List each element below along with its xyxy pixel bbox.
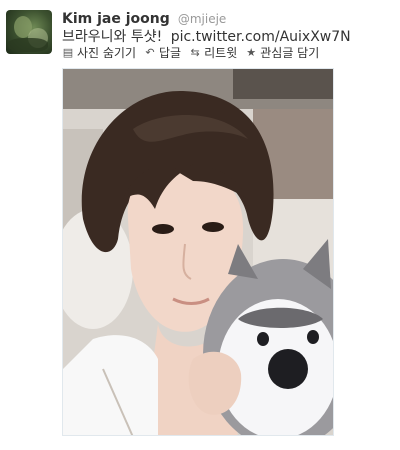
reply-icon: ↶	[145, 46, 155, 59]
hide-photo-label: 사진 숨기기	[77, 46, 137, 60]
retweet-icon: ⇆	[190, 46, 200, 59]
tweet: Kim jae joong @mjieje 브라우니와 투샷! pic.twit…	[0, 0, 400, 450]
tweet-actions: ▤ 사진 숨기기 ↶ 답글 ⇆ 리트윗 ★ 관심글 담기	[62, 44, 319, 61]
author-handle[interactable]: @mjieje	[178, 12, 226, 26]
hide-photo-button[interactable]: ▤ 사진 숨기기	[62, 44, 136, 61]
tweet-body: 브라우니와 투샷!	[62, 29, 163, 45]
star-icon: ★	[246, 46, 257, 59]
photo-hide-icon: ▤	[62, 46, 74, 59]
tweet-header: Kim jae joong @mjieje	[62, 8, 226, 27]
tweet-link[interactable]: pic.twitter.com/AuixXw7N	[171, 29, 351, 45]
favorite-button[interactable]: ★ 관심글 담기	[245, 44, 319, 61]
reply-label: 답글	[159, 46, 182, 60]
retweet-label: 리트윗	[204, 46, 238, 60]
author-name[interactable]: Kim jae joong	[62, 11, 170, 27]
reply-button[interactable]: ↶ 답글	[144, 44, 181, 61]
favorite-label: 관심글 담기	[260, 46, 320, 60]
tweet-photo[interactable]	[62, 68, 334, 436]
retweet-button[interactable]: ⇆ 리트윗	[189, 44, 238, 61]
tweet-text: 브라우니와 투샷! pic.twitter.com/AuixXw7N	[62, 26, 351, 46]
avatar[interactable]	[6, 10, 52, 54]
